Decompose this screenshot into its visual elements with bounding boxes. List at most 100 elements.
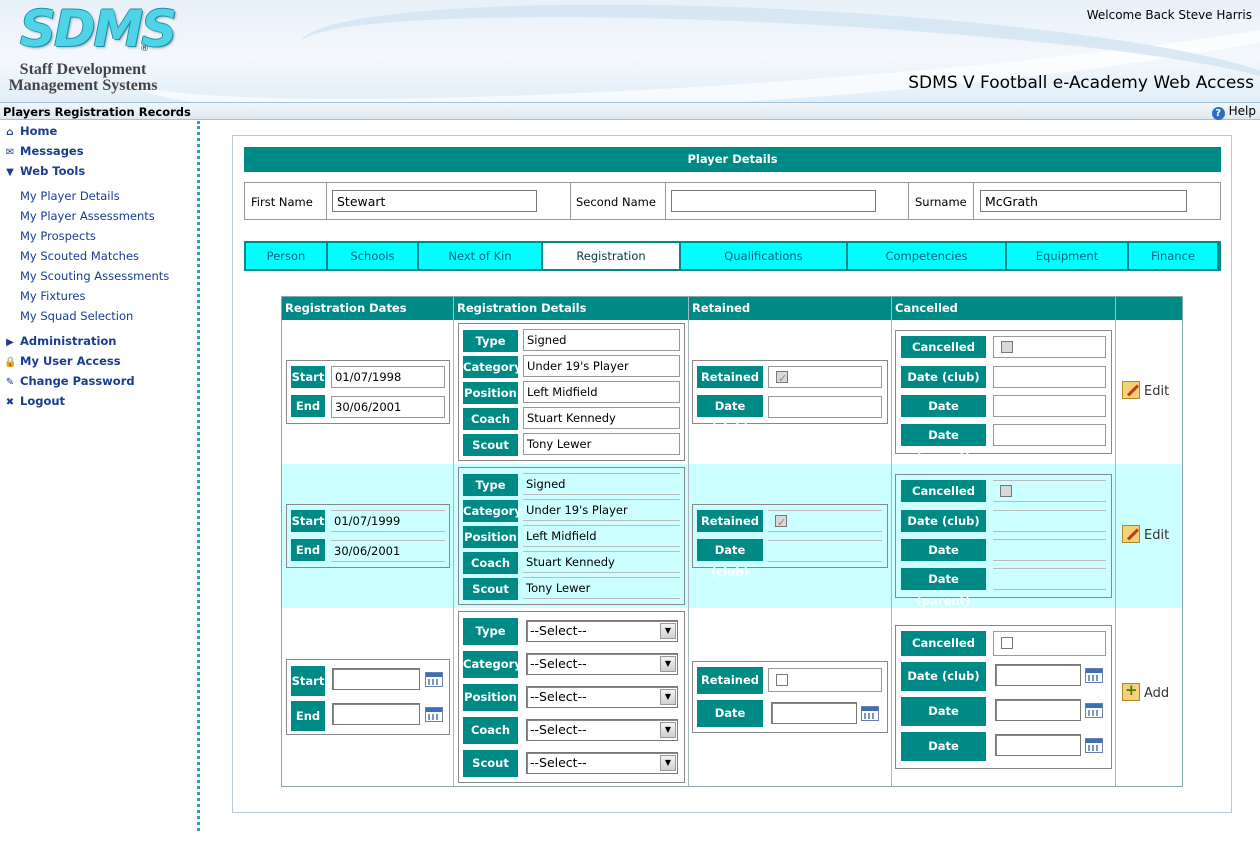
- nav-change-password[interactable]: ✎ Change Password: [0, 371, 197, 391]
- end-date-value: 30/06/2001: [331, 396, 445, 418]
- new-cancelled-checkbox[interactable]: [1001, 637, 1013, 649]
- type-select[interactable]: --Select-- ▼: [526, 620, 678, 642]
- cancelled-date-club-calendar-icon[interactable]: [1085, 668, 1103, 683]
- cancelled-box: Cancelled Date (club) Date (student) Dat…: [895, 474, 1112, 608]
- start-label: Start: [291, 366, 325, 388]
- end-label: End: [291, 395, 325, 417]
- position-value: Left Midfield: [523, 381, 680, 403]
- scout-label: Scout: [463, 578, 518, 600]
- edit-button[interactable]: Edit: [1122, 381, 1169, 399]
- nav-my-user-access-label: My User Access: [20, 354, 121, 368]
- edit-button[interactable]: Edit: [1122, 525, 1169, 543]
- nav-my-fixtures[interactable]: My Fixtures: [0, 286, 197, 306]
- nav-messages[interactable]: ✉ Messages: [0, 141, 197, 161]
- messages-icon: ✉: [5, 147, 15, 158]
- chevron-down-icon: ▼: [660, 656, 676, 672]
- page-title: Players Registration Records: [3, 105, 191, 119]
- cancelled-date-parent-value: [993, 424, 1106, 446]
- app-title: SDMS V Football e-Academy Web Access: [908, 73, 1254, 93]
- nav-logout[interactable]: ✖ Logout: [0, 391, 197, 411]
- nav-my-player-assessments[interactable]: My Player Assessments: [0, 206, 197, 226]
- home-icon: ⌂: [6, 127, 14, 138]
- new-cancelled-date-club-input[interactable]: [995, 664, 1081, 686]
- new-retained-checkbox[interactable]: [776, 674, 788, 686]
- cancelled-date-parent-calendar-icon[interactable]: [1085, 738, 1103, 753]
- nav-my-squad-selection[interactable]: My Squad Selection: [0, 306, 197, 326]
- new-start-date-input[interactable]: [332, 668, 420, 690]
- date-club-label: Date (club): [697, 539, 763, 579]
- content-panel: Player Details First Name Stewart Second…: [232, 135, 1232, 813]
- new-retained-date-club-input[interactable]: [771, 702, 857, 724]
- tab-person[interactable]: Person: [246, 243, 328, 269]
- tab-equipment[interactable]: Equipment: [1007, 243, 1129, 269]
- web-tools-submenu: My Player Details My Player Assessments …: [0, 181, 197, 331]
- nav-web-tools[interactable]: ▼ Web Tools: [0, 161, 197, 181]
- nav-my-scouted-matches[interactable]: My Scouted Matches: [0, 246, 197, 266]
- position-select[interactable]: --Select-- ▼: [526, 686, 678, 708]
- new-cancelled-date-parent-input[interactable]: [995, 734, 1081, 756]
- new-end-date-input[interactable]: [332, 703, 420, 725]
- date-club-label: Date (club): [697, 700, 763, 747]
- position-value: Left Midfield: [523, 525, 680, 547]
- coach-label: Coach: [463, 408, 518, 430]
- first-name-field[interactable]: Stewart: [332, 190, 537, 212]
- table-row: Start 01/07/1998 End 30/06/2001 Type Sig…: [282, 320, 1182, 464]
- divider: [908, 183, 909, 219]
- registration-dates-box: Start 01/07/1998 End 30/06/2001: [286, 360, 450, 424]
- col-header-action: [1116, 297, 1182, 320]
- sidebar-nav: ⌂ Home ✉ Messages ▼ Web Tools My Player Det…: [0, 121, 200, 831]
- type-select-value: --Select--: [530, 623, 587, 638]
- cancelled-field: [993, 480, 1106, 502]
- nav-logout-label: Logout: [20, 394, 66, 408]
- category-select[interactable]: --Select-- ▼: [526, 653, 678, 675]
- sdms-logo[interactable]: SDMS: [20, 0, 177, 58]
- type-value: Signed: [523, 329, 680, 351]
- nav-home[interactable]: ⌂ Home: [0, 121, 197, 141]
- add-label: Add: [1144, 686, 1170, 701]
- add-plus-icon: [1122, 681, 1140, 701]
- tab-competencies[interactable]: Competencies: [848, 243, 1007, 269]
- tab-qualifications[interactable]: Qualifications: [681, 243, 848, 269]
- nav-administration[interactable]: ▶ Administration: [0, 331, 197, 351]
- second-name-field[interactable]: [671, 190, 876, 212]
- chevron-down-icon: ▼: [660, 689, 676, 705]
- coach-select-value: --Select--: [530, 722, 587, 737]
- end-calendar-icon[interactable]: [425, 707, 443, 722]
- add-button[interactable]: Add: [1122, 681, 1170, 701]
- category-label: Category: [463, 651, 522, 678]
- nav-my-user-access[interactable]: 🔒 My User Access: [0, 351, 197, 371]
- coach-value: Stuart Kennedy: [523, 407, 680, 429]
- nav-my-prospects[interactable]: My Prospects: [0, 226, 197, 246]
- retained-calendar-icon[interactable]: [861, 706, 879, 721]
- nav-home-label: Home: [20, 124, 58, 138]
- tab-next-of-kin[interactable]: Next of Kin: [419, 243, 543, 269]
- help-link[interactable]: ? Help: [1211, 104, 1256, 120]
- nav-my-scouting-assessments[interactable]: My Scouting Assessments: [0, 266, 197, 286]
- collapsed-arrow-icon: ▶: [6, 337, 14, 348]
- col-header-registration-dates: Registration Dates: [282, 297, 453, 320]
- retained-date-club-value: [768, 396, 882, 418]
- column-divider: [1115, 297, 1116, 786]
- tab-schools[interactable]: Schools: [328, 243, 419, 269]
- cancelled-box: Cancelled Date (club) Date (student) Dat…: [895, 330, 1112, 464]
- chevron-down-icon: ▼: [660, 623, 676, 639]
- first-name-label: First Name: [251, 195, 313, 209]
- second-name-label: Second Name: [576, 195, 656, 209]
- coach-label: Coach: [463, 717, 518, 744]
- start-calendar-icon[interactable]: [425, 672, 443, 687]
- nav-my-player-details[interactable]: My Player Details: [0, 186, 197, 206]
- scout-select[interactable]: --Select-- ▼: [526, 752, 678, 774]
- new-cancelled-date-student-input[interactable]: [995, 699, 1081, 721]
- edit-label: Edit: [1144, 528, 1170, 543]
- cancelled-date-student-calendar-icon[interactable]: [1085, 703, 1103, 718]
- tab-registration[interactable]: Registration: [543, 243, 681, 269]
- coach-select[interactable]: --Select-- ▼: [526, 719, 678, 741]
- type-label: Type: [463, 330, 518, 352]
- tab-finance[interactable]: Finance: [1129, 243, 1217, 269]
- surname-field[interactable]: McGrath: [980, 190, 1187, 212]
- position-label: Position: [463, 526, 518, 548]
- record-tabs: Person Schools Next of Kin Registration …: [244, 241, 1221, 271]
- nav-web-tools-label: Web Tools: [20, 164, 86, 178]
- registration-details-box: Type Signed Category Under 19's Player P…: [458, 323, 685, 461]
- cancelled-date-student-value: [993, 539, 1106, 561]
